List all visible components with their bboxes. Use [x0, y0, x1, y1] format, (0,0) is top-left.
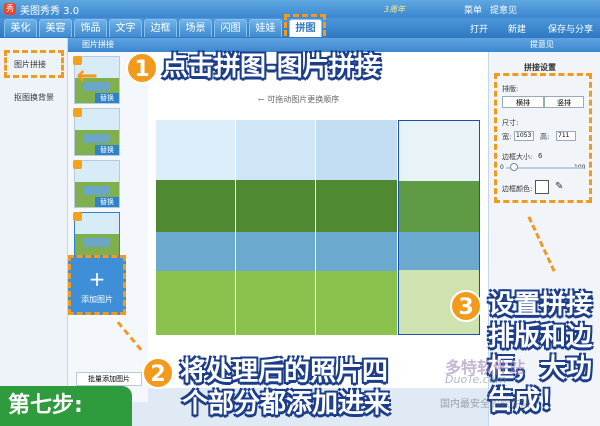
- collage-strip-2[interactable]: [236, 120, 316, 335]
- slider-knob[interactable]: [510, 163, 518, 171]
- layout-vertical-button[interactable]: 竖排: [544, 96, 584, 108]
- add-image-button[interactable]: + 添加图片: [68, 255, 126, 315]
- watermark-url: DuoTe.com: [445, 373, 507, 386]
- slider-min: 0: [500, 164, 504, 171]
- collage-strip-3[interactable]: [316, 120, 398, 335]
- plus-icon: +: [88, 267, 106, 291]
- step-badge-3: 3: [450, 290, 482, 322]
- layout-label: 排版:: [502, 85, 519, 93]
- replace-button[interactable]: 替换: [95, 93, 119, 103]
- settings-header: 提意见: [488, 38, 600, 52]
- tab-doll[interactable]: 娃娃: [249, 19, 282, 37]
- sidebar-item-cutout[interactable]: 抠图换背景: [14, 92, 54, 103]
- reorder-hint: ← 可拖动图片更换顺序: [258, 95, 340, 104]
- width-input[interactable]: 1053: [514, 131, 534, 141]
- thumb-number: [73, 160, 82, 169]
- collage-header: 图片拼接: [68, 38, 488, 52]
- watermark-site: 国内最安全的软件站: [440, 399, 530, 410]
- step-badge-2: 2: [142, 357, 174, 389]
- arrow-left-icon: ←: [76, 61, 98, 91]
- thumb-number: [73, 212, 82, 221]
- settings-title: 拼接设置: [524, 63, 556, 72]
- step-badge-1: 1: [126, 52, 158, 84]
- tab-beautify[interactable]: 美化: [4, 19, 37, 37]
- step-label: 第七步:: [0, 386, 132, 426]
- tab-text[interactable]: 文字: [109, 19, 142, 37]
- callout-3-line1: 设置拼接: [488, 290, 593, 320]
- tab-decoration[interactable]: 饰品: [74, 19, 107, 37]
- height-label: 高:: [540, 133, 550, 141]
- border-size-label: 边框大小:: [502, 153, 533, 161]
- tab-face[interactable]: 美容: [39, 19, 72, 37]
- sidebar-highlight: [4, 50, 64, 78]
- callout-1: 点击拼图-图片拼接: [162, 52, 381, 82]
- menu-button[interactable]: 菜单: [464, 3, 482, 16]
- eyedropper-icon[interactable]: ✎: [555, 181, 563, 192]
- app-title: 美图秀秀 3.0: [20, 6, 80, 17]
- size-label: 尺寸:: [502, 119, 519, 127]
- replace-button[interactable]: 替换: [95, 197, 119, 207]
- border-color-label: 边框颜色:: [502, 185, 533, 193]
- tab-border[interactable]: 边框: [144, 19, 177, 37]
- collage-strip-1[interactable]: [156, 120, 236, 335]
- callout-2-line2: 个部分都添加进来: [182, 389, 391, 419]
- callout-2-line1: 将处理后的照片四: [180, 357, 389, 387]
- border-size-value: 6: [538, 152, 543, 160]
- width-label: 宽:: [502, 133, 512, 141]
- tab-flash[interactable]: 闪图: [214, 19, 247, 37]
- thumb-number: [73, 108, 82, 117]
- open-button[interactable]: 打开: [470, 22, 488, 35]
- anniversary-badge: 3周年: [384, 5, 406, 14]
- replace-button[interactable]: 替换: [95, 145, 119, 155]
- collage-header-title: 图片拼接: [82, 40, 114, 49]
- new-button[interactable]: 新建: [508, 22, 526, 35]
- feedback-link[interactable]: 提意见: [490, 3, 517, 16]
- app-logo-icon: 秀: [4, 3, 16, 15]
- layout-horizontal-button[interactable]: 横排: [502, 96, 544, 108]
- border-color-swatch[interactable]: [535, 180, 549, 194]
- tab-scene[interactable]: 场景: [179, 19, 212, 37]
- batch-add-button[interactable]: 批量添加图片: [76, 372, 142, 386]
- height-input[interactable]: 711: [556, 131, 576, 141]
- save-share-button[interactable]: 保存与分享: [548, 22, 593, 35]
- add-image-label: 添加图片: [81, 295, 113, 304]
- callout-3-line2: 排版和边: [488, 322, 593, 352]
- settings-feedback-link[interactable]: 提意见: [530, 39, 554, 50]
